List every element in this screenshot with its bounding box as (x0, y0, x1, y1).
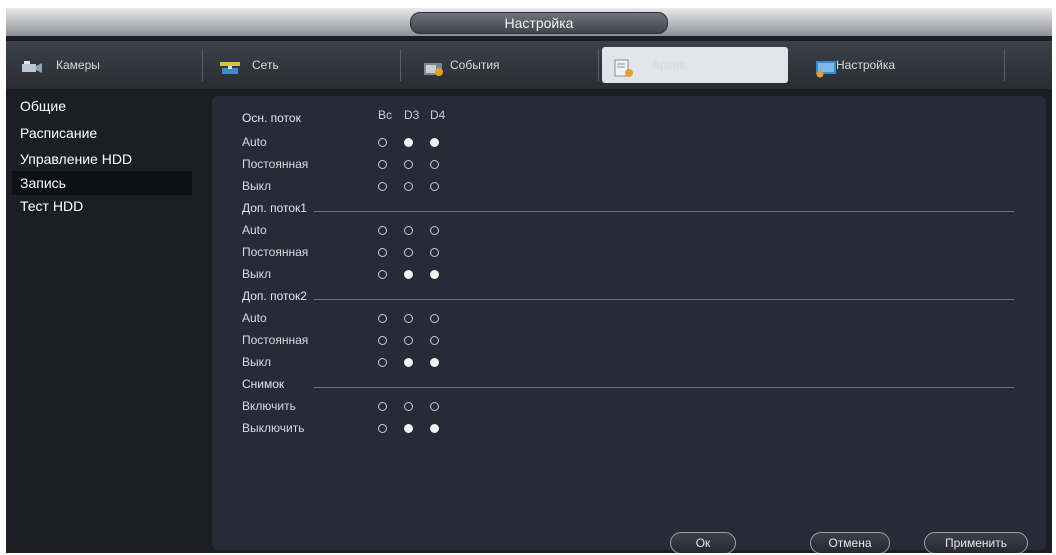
tab-label: Камеры (56, 58, 100, 72)
radio-button[interactable] (404, 226, 413, 235)
window-title: Настройка (410, 12, 668, 34)
radio-button[interactable] (404, 314, 413, 323)
mode-label: Постоянная (242, 157, 309, 171)
radio-button[interactable] (378, 270, 387, 279)
radio-button[interactable] (378, 358, 387, 367)
radio-button[interactable] (404, 402, 413, 411)
radio-button[interactable] (404, 358, 413, 367)
group-divider (314, 387, 1014, 388)
sidebar-item-general[interactable]: Общие (12, 94, 192, 118)
title-bar: Настройка (6, 8, 1052, 36)
tab-label: События (450, 58, 500, 72)
mode-label: Постоянная (242, 333, 309, 347)
radio-button[interactable] (430, 270, 439, 279)
radio-button[interactable] (430, 424, 439, 433)
mode-label: Auto (242, 311, 267, 325)
radio-button[interactable] (378, 336, 387, 345)
ok-button[interactable]: Ок (670, 532, 736, 553)
radio-button[interactable] (430, 182, 439, 191)
tab-label: Настройка (836, 58, 896, 72)
radio-button[interactable] (430, 314, 439, 323)
tab-storage[interactable]: Архив (602, 47, 788, 83)
column-header: D4 (430, 108, 446, 122)
tab-divider (1004, 49, 1005, 81)
mode-label: Auto (242, 223, 267, 237)
tab-events[interactable]: События (404, 47, 594, 83)
camera-icon (20, 55, 44, 91)
radio-button[interactable] (404, 424, 413, 433)
radio-button[interactable] (430, 336, 439, 345)
radio-button[interactable] (404, 336, 413, 345)
radio-button[interactable] (404, 270, 413, 279)
radio-button[interactable] (404, 160, 413, 169)
group-title: Доп. поток1 (242, 201, 307, 215)
events-icon (422, 55, 446, 91)
tab-bar: Камеры Сеть События Архив Настройка (6, 41, 1052, 89)
tab-network[interactable]: Сеть (206, 47, 396, 83)
radio-button[interactable] (378, 138, 387, 147)
apply-button[interactable]: Применить (924, 532, 1028, 553)
radio-button[interactable] (378, 424, 387, 433)
mode-label: Выкл (242, 267, 272, 281)
mode-label: Постоянная (242, 245, 309, 259)
radio-button[interactable] (404, 248, 413, 257)
radio-button[interactable] (430, 402, 439, 411)
mode-label: Выключить (242, 421, 305, 435)
column-header: D3 (404, 108, 420, 122)
sidebar: Общие Расписание Управление HDD Запись Т… (6, 92, 206, 553)
group-title: Снимок (242, 377, 285, 391)
radio-button[interactable] (378, 402, 387, 411)
radio-button[interactable] (404, 182, 413, 191)
sidebar-item-record[interactable]: Запись (12, 171, 192, 195)
settings-icon (814, 55, 838, 91)
mode-label: Включить (242, 399, 296, 413)
tab-label: Сеть (252, 58, 279, 72)
mode-label: Выкл (242, 179, 272, 193)
tab-settings[interactable]: Настройка (802, 47, 1002, 83)
tab-divider (202, 49, 203, 81)
radio-button[interactable] (430, 248, 439, 257)
mode-label: Auto (242, 135, 267, 149)
group-divider (314, 211, 1014, 212)
radio-button[interactable] (430, 358, 439, 367)
radio-button[interactable] (404, 138, 413, 147)
record-panel (212, 96, 1046, 550)
radio-button[interactable] (378, 160, 387, 169)
sidebar-item-schedule[interactable]: Расписание (12, 121, 192, 145)
sidebar-item-hdd-manager[interactable]: Управление HDD (12, 147, 192, 171)
tab-label: Архив (652, 58, 686, 72)
radio-button[interactable] (378, 182, 387, 191)
radio-button[interactable] (378, 248, 387, 257)
mode-label: Выкл (242, 355, 272, 369)
group-title: Доп. поток2 (242, 289, 307, 303)
tab-divider (598, 49, 599, 81)
column-header: Вс (378, 108, 393, 122)
tab-divider (400, 49, 401, 81)
radio-button[interactable] (378, 314, 387, 323)
radio-button[interactable] (430, 226, 439, 235)
sidebar-item-hdd-test[interactable]: Тест HDD (12, 194, 192, 218)
dvr-screen: Настройка Камеры Сеть События Архив Наст… (6, 8, 1052, 553)
cancel-button[interactable]: Отмена (810, 532, 890, 553)
radio-button[interactable] (378, 226, 387, 235)
tab-cameras[interactable]: Камеры (10, 47, 198, 83)
storage-icon (612, 55, 636, 91)
main-stream-label: Осн. поток (242, 111, 301, 125)
group-divider (314, 299, 1014, 300)
network-icon (218, 55, 242, 91)
radio-button[interactable] (430, 160, 439, 169)
radio-button[interactable] (430, 138, 439, 147)
